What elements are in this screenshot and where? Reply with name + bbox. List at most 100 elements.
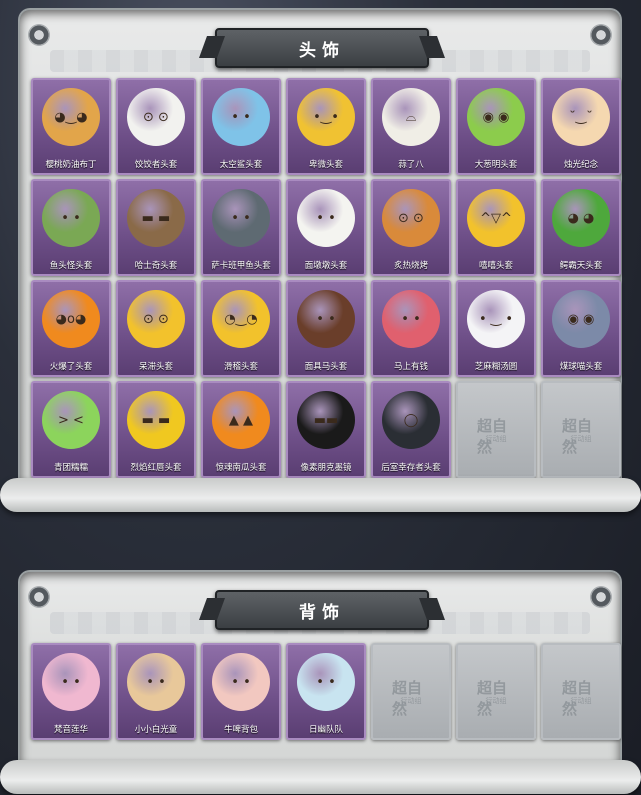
- item-icon: ▬▬: [297, 391, 355, 449]
- item-face-icon: ⌓: [405, 109, 417, 125]
- item-card[interactable]: ▬ ▬ 烈焰红唇头套: [116, 381, 196, 478]
- item-card[interactable]: • • 鱼头怪头套: [31, 179, 111, 276]
- item-face-icon: • •: [401, 311, 421, 327]
- headwear-grid: ◕‿◕ 樱桃奶油布丁 ⊙ ⊙ 饺饺者头套 • • 太空鲨头套 •‿• 卑微头套 ⌓ 蒜了八 ◉ ◉ 大…: [31, 78, 621, 478]
- item-label: 鳄霸天头套: [559, 261, 603, 271]
- watermark-subtitle: 行动组: [570, 697, 592, 705]
- item-icon: • •: [297, 290, 355, 348]
- item-card[interactable]: • • 马上有钱: [371, 280, 451, 377]
- item-icon: ⊙ ⊙: [127, 290, 185, 348]
- item-icon: • •: [382, 290, 440, 348]
- item-face-icon: ⊙ ⊙: [143, 311, 169, 327]
- watermark-subtitle: 行动组: [485, 435, 507, 443]
- item-card[interactable]: • • 太空鲨头套: [201, 78, 281, 175]
- item-card[interactable]: • • 萨卡班甲鱼头套: [201, 179, 281, 276]
- item-face-icon: ◕o◕: [55, 311, 87, 327]
- item-icon: • •: [212, 189, 270, 247]
- item-label: 樱桃奶油布丁: [45, 160, 97, 170]
- item-card[interactable]: • ‿ • 芝麻糊汤圆: [456, 280, 536, 377]
- empty-item-slot[interactable]: 超自然 行动组: [541, 381, 621, 478]
- item-card[interactable]: ⊙ ⊙ 炙热烧烤: [371, 179, 451, 276]
- item-icon: ▲ ▲: [212, 391, 270, 449]
- item-icon: • •: [212, 653, 270, 711]
- item-card[interactable]: ◯ 后室幸存者头套: [371, 381, 451, 478]
- item-label: 青团糯糯: [53, 463, 88, 473]
- item-icon: ˘‿˘: [552, 88, 610, 146]
- item-label: 煤球喵头套: [559, 362, 603, 372]
- backwear-grid: • • 梵音莲华 • • 小小白光童 • • 牛啤背包 • • 日幽队队 超自然 行动组 超自然 行动…: [31, 643, 621, 740]
- item-face-icon: ▬▬: [313, 412, 339, 428]
- item-icon: > <: [42, 391, 100, 449]
- item-face-icon: ⊙ ⊙: [143, 109, 169, 125]
- scroll-curl: [0, 478, 641, 512]
- empty-item-slot[interactable]: 超自然 行动组: [456, 643, 536, 740]
- item-card[interactable]: ▬ ▬ 哈士奇头套: [116, 179, 196, 276]
- item-card[interactable]: ⊙ ⊙ 饺饺者头套: [116, 78, 196, 175]
- item-card[interactable]: ◉ ◉ 煤球喵头套: [541, 280, 621, 377]
- item-face-icon: • •: [231, 674, 251, 690]
- item-card[interactable]: ◕ ◕ 鳄霸天头套: [541, 179, 621, 276]
- item-card[interactable]: ^▽^ 嘻嘻头套: [456, 179, 536, 276]
- section-title-headwear: 头饰: [215, 28, 429, 68]
- item-icon: • •: [212, 88, 270, 146]
- item-card[interactable]: • • 梵音莲华: [31, 643, 111, 740]
- item-label: 蒜了八: [398, 160, 424, 170]
- item-icon: • •: [127, 653, 185, 711]
- item-card[interactable]: ⌓ 蒜了八: [371, 78, 451, 175]
- item-icon: • ‿ •: [467, 290, 525, 348]
- item-face-icon: ▲ ▲: [228, 412, 254, 428]
- item-label: 鱼头怪头套: [49, 261, 93, 271]
- item-label: 饺饺者头套: [134, 160, 178, 170]
- item-icon: ▬ ▬: [127, 391, 185, 449]
- item-icon: ◕o◕: [42, 290, 100, 348]
- item-face-icon: ◕‿◕: [54, 109, 88, 125]
- item-icon: ◯: [382, 391, 440, 449]
- item-card[interactable]: • • 小小白光童: [116, 643, 196, 740]
- item-icon: ^▽^: [467, 189, 525, 247]
- item-face-icon: > <: [58, 412, 84, 428]
- item-label: 嘻嘻头套: [478, 261, 513, 271]
- item-label: 炙热烧烤: [393, 261, 428, 271]
- item-card[interactable]: • • 面具马头套: [286, 280, 366, 377]
- item-card[interactable]: ▲ ▲ 惊魂南瓜头套: [201, 381, 281, 478]
- item-card[interactable]: ◔‿◔ 滑稽头套: [201, 280, 281, 377]
- item-label: 梵音莲华: [53, 725, 88, 735]
- empty-item-slot[interactable]: 超自然 行动组: [541, 643, 621, 740]
- item-face-icon: ◔‿◔: [224, 311, 258, 327]
- item-face-icon: ◉ ◉: [482, 109, 510, 125]
- watermark-subtitle: 行动组: [485, 697, 507, 705]
- corner-ornament-icon: [590, 24, 612, 46]
- item-card[interactable]: ▬▬ 像素朋克墨镜: [286, 381, 366, 478]
- item-card[interactable]: • • 面墩墩头套: [286, 179, 366, 276]
- corner-ornament-icon: [28, 586, 50, 608]
- item-card[interactable]: ◕o◕ 火爆了头套: [31, 280, 111, 377]
- item-card[interactable]: • • 日幽队队: [286, 643, 366, 740]
- item-face-icon: ˘‿˘: [569, 109, 593, 125]
- item-card[interactable]: > < 青团糯糯: [31, 381, 111, 478]
- item-icon: ◔‿◔: [212, 290, 270, 348]
- item-label: 惊魂南瓜头套: [215, 463, 267, 473]
- item-icon: • •: [297, 189, 355, 247]
- item-face-icon: ▬ ▬: [141, 412, 171, 428]
- item-card[interactable]: ⊙ ⊙ 呆滞头套: [116, 280, 196, 377]
- item-face-icon: • •: [61, 674, 81, 690]
- item-label: 像素朋克墨镜: [300, 463, 352, 473]
- item-face-icon: •‿•: [313, 109, 339, 125]
- item-label: 牛啤背包: [223, 725, 258, 735]
- watermark-subtitle: 行动组: [570, 435, 592, 443]
- item-card[interactable]: •‿• 卑微头套: [286, 78, 366, 175]
- item-face-icon: ◕ ◕: [567, 210, 595, 226]
- item-icon: • •: [42, 189, 100, 247]
- item-face-icon: • •: [316, 311, 336, 327]
- item-card[interactable]: ˘‿˘ 烛光纪念: [541, 78, 621, 175]
- corner-ornament-icon: [28, 24, 50, 46]
- item-card[interactable]: ◕‿◕ 樱桃奶油布丁: [31, 78, 111, 175]
- item-face-icon: ^▽^: [480, 210, 512, 226]
- item-label: 马上有钱: [393, 362, 428, 372]
- item-card[interactable]: ◉ ◉ 大葱明头套: [456, 78, 536, 175]
- empty-item-slot[interactable]: 超自然 行动组: [371, 643, 451, 740]
- item-face-icon: • •: [316, 674, 336, 690]
- item-label: 哈士奇头套: [134, 261, 178, 271]
- item-card[interactable]: • • 牛啤背包: [201, 643, 281, 740]
- empty-item-slot[interactable]: 超自然 行动组: [456, 381, 536, 478]
